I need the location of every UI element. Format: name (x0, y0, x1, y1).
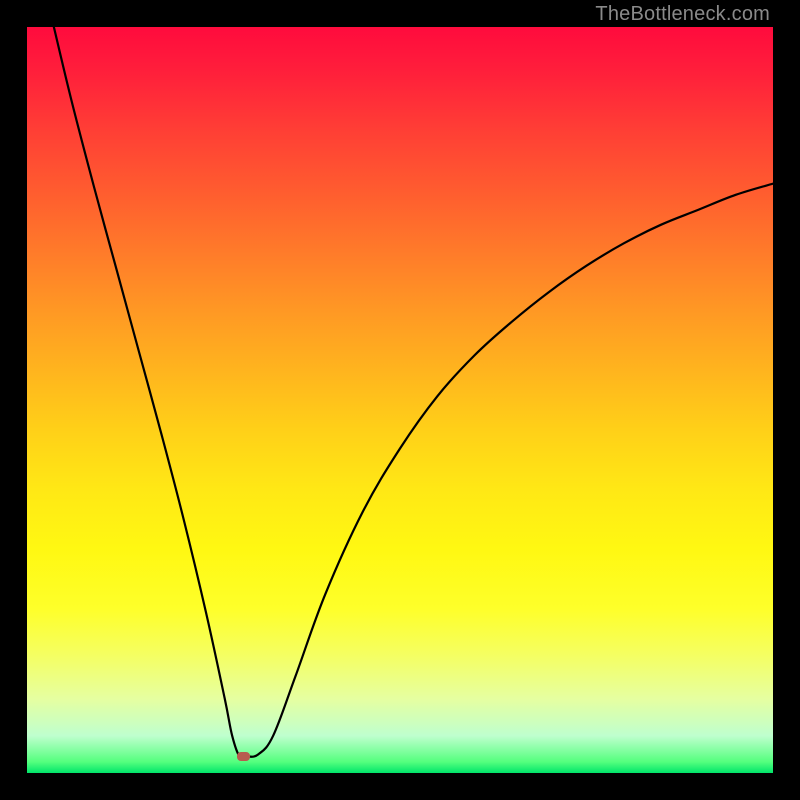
plot-area (27, 27, 773, 773)
watermark-label: TheBottleneck.com (595, 3, 770, 26)
chart-frame: TheBottleneck.com (0, 0, 800, 800)
bottleneck-curve (27, 27, 773, 773)
minimum-marker-icon (237, 752, 250, 761)
